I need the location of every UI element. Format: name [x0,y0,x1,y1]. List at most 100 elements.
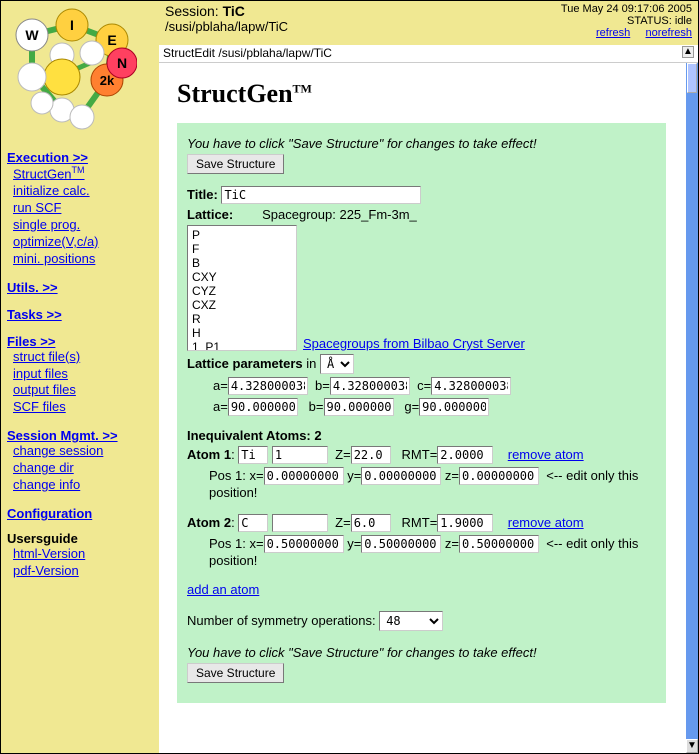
lattice-option[interactable]: R [190,312,294,326]
latparam-label: Lattice parameters [187,356,303,371]
lattice-option[interactable]: CXY [190,270,294,284]
a1z-input[interactable] [459,467,539,485]
save-structure-button[interactable]: Save Structure [187,154,284,174]
y-label-2: y= [347,536,361,551]
lattice-listbox[interactable]: PFBCXYCYZCXZRH1_P1 [187,225,297,351]
date-text: Tue May 24 09:17:06 2005 [561,3,692,15]
topbar: Session: TiC /susi/pblaha/lapw/TiC Tue M… [159,1,698,45]
refresh-link[interactable]: refresh [596,27,630,39]
a2x-input[interactable] [264,535,344,553]
nav-inputfiles[interactable]: input files [13,366,153,383]
nav-utils[interactable]: Utils. >> [7,280,153,295]
page-title-text: StructGen [177,79,293,108]
scroll-up-icon[interactable]: ▲ [682,46,694,58]
title-label: Title: [187,187,221,202]
session-label: Session: [165,3,219,19]
nav-htmlversion[interactable]: html-Version [13,546,153,563]
title-input[interactable] [221,186,421,204]
atom1-z-input[interactable] [351,446,391,464]
lattice-option[interactable]: CYZ [190,284,294,298]
nav-init[interactable]: initialize calc. [13,183,153,200]
a2y-input[interactable] [361,535,441,553]
spacegroup-label: Spacegroup: 225_Fm-3m_ [262,207,417,222]
nav-chgdir[interactable]: change dir [13,460,153,477]
breadcrumb-text: StructEdit /susi/pblaha/lapw/TiC [163,46,332,60]
save-structure-button-2[interactable]: Save Structure [187,663,284,683]
nav-mini[interactable]: mini. positions [13,251,153,268]
y-label: y= [347,468,361,483]
lattice-option[interactable]: F [190,242,294,256]
latparam-in: in [306,356,320,371]
remove-atom1-link[interactable]: remove atom [508,447,584,462]
gamma-input[interactable] [419,398,489,416]
nav-tasks[interactable]: Tasks >> [7,307,153,322]
atom1-num-input[interactable] [272,446,328,464]
lattice-option[interactable]: H [190,326,294,340]
status-text: STATUS: idle [561,15,692,27]
scroll-down-icon[interactable]: ▼ [686,739,698,753]
atom2-element-input[interactable] [238,514,268,532]
atom2-num-input[interactable] [272,514,328,532]
lattice-option[interactable]: 1_P1 [190,340,294,351]
form-panel: You have to click "Save Structure" for c… [177,123,666,703]
a1y-input[interactable] [361,467,441,485]
nav-structgen-label: StructGen [13,166,72,181]
nav-chgsess[interactable]: change session [13,443,153,460]
rmt-label-2: RMT= [402,515,438,530]
symop-label: Number of symmetry operations: [187,613,379,628]
rmt-label: RMT= [402,447,438,462]
nav-scffiles[interactable]: SCF files [13,399,153,416]
atom2-z-input[interactable] [351,514,391,532]
norefresh-link[interactable]: norefresh [646,27,692,39]
svg-text:W: W [25,27,39,43]
a1x-input[interactable] [264,467,344,485]
svg-text:I: I [70,17,74,33]
atom2-rmt-input[interactable] [437,514,493,532]
nav-outputfiles[interactable]: output files [13,382,153,399]
lattice-option[interactable]: P [190,228,294,242]
c-input[interactable] [431,377,511,395]
alpha-input[interactable] [228,398,298,416]
atom1-rmt-input[interactable] [437,446,493,464]
add-atom-link[interactable]: add an atom [187,582,259,597]
bilbao-link[interactable]: Spacegroups from Bilbao Cryst Server [303,336,525,351]
main-content: StructGenTM You have to click "Save Stru… [159,63,684,753]
nav-optimize[interactable]: optimize(V,c/a) [13,234,153,251]
b-input[interactable] [330,377,410,395]
nav-single[interactable]: single prog. [13,217,153,234]
save-notice: You have to click "Save Structure" for c… [187,136,656,151]
zpos-label: z= [445,468,459,483]
nav-sessmgmt[interactable]: Session Mgmt. >> [7,428,153,443]
atom2-label: Atom 2 [187,515,231,530]
symop-select[interactable]: 48 [379,611,443,631]
tm-sup: TM [72,165,85,175]
session-name: TiC [223,3,245,19]
lattice-option[interactable]: CXZ [190,298,294,312]
beta-input[interactable] [324,398,394,416]
nav-runscf[interactable]: run SCF [13,200,153,217]
z-label-2: Z= [335,515,351,530]
atom1-element-input[interactable] [238,446,268,464]
a-input[interactable] [228,377,308,395]
nav-structfiles[interactable]: struct file(s) [13,349,153,366]
pos1-label-2: Pos 1: x= [209,536,264,551]
unit-select[interactable]: Å [320,354,354,374]
nav-config[interactable]: Configuration [7,506,153,521]
pos1-label: Pos 1: x= [209,468,264,483]
nav-pdfversion[interactable]: pdf-Version [13,563,153,580]
nav-execution[interactable]: Execution >> [7,150,153,165]
zpos-label-2: z= [445,536,459,551]
vertical-scrollbar[interactable]: ▼ [684,63,698,753]
a2z-input[interactable] [459,535,539,553]
svg-text:E: E [107,32,116,48]
scrollbar-thumb[interactable] [687,63,697,93]
nav-structgen[interactable]: StructGenTM [13,165,153,183]
remove-atom2-link[interactable]: remove atom [508,515,584,530]
tm-mark: TM [293,81,312,95]
atom1-label: Atom 1 [187,447,231,462]
nav-chginfo[interactable]: change info [13,477,153,494]
nav-files[interactable]: Files >> [7,334,153,349]
page-title: StructGenTM [177,79,666,109]
ineq-label: Inequivalent Atoms: 2 [187,428,656,443]
lattice-option[interactable]: B [190,256,294,270]
